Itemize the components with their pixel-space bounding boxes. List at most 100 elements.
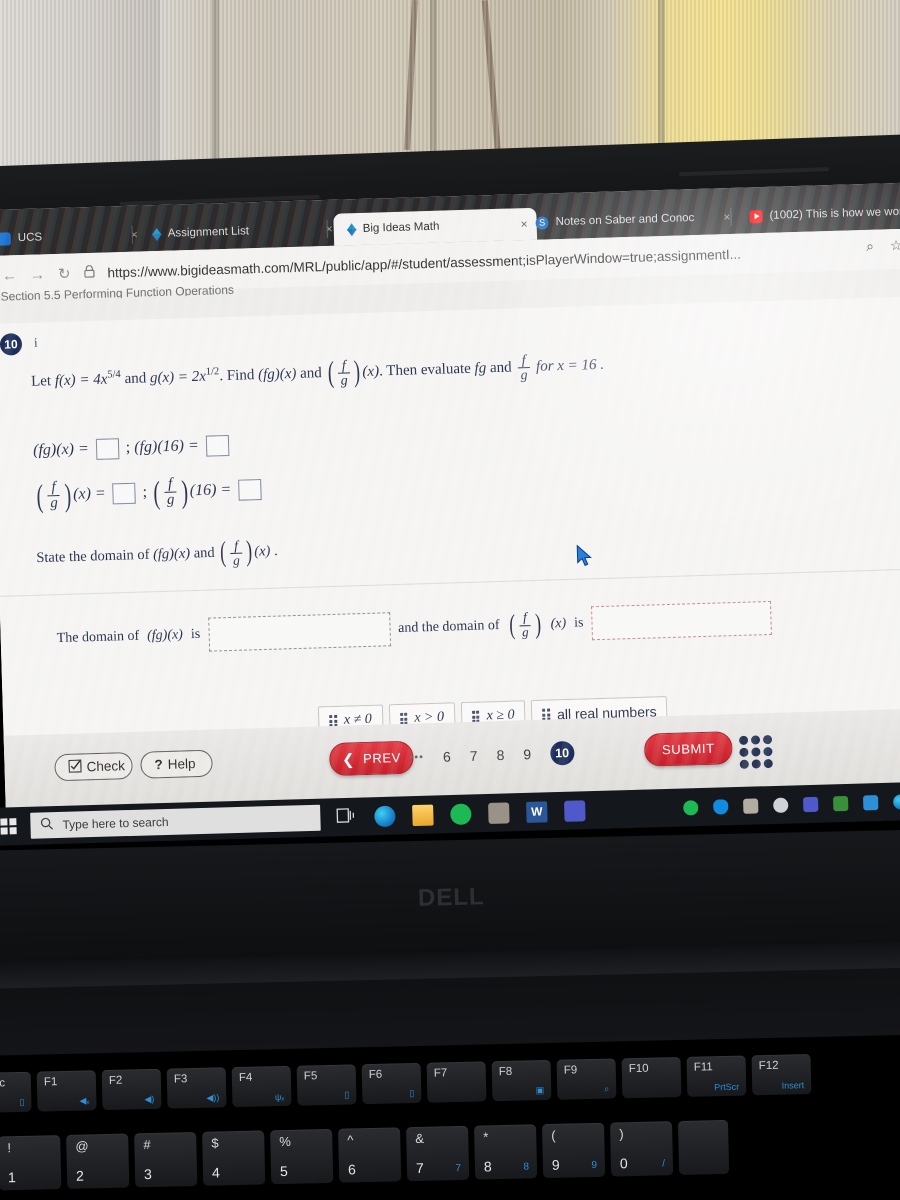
- file-explorer-icon[interactable]: [412, 804, 434, 826]
- prompt-and3: and: [489, 359, 512, 377]
- numpad-label: 8: [523, 1161, 530, 1173]
- key-minus[interactable]: [677, 1119, 730, 1176]
- task-view-icon[interactable]: [336, 806, 358, 828]
- display-switch-icon: ▣: [535, 1085, 545, 1096]
- key-9[interactable]: (9 9: [542, 1122, 606, 1179]
- reload-icon[interactable]: ↻: [58, 265, 71, 283]
- domain-answer-row: The domain of (fg)(x) is and the domain …: [56, 598, 857, 656]
- forward-icon[interactable]: →: [30, 266, 45, 283]
- page-link-9[interactable]: 9: [523, 746, 531, 762]
- frac-denominator: g: [50, 495, 58, 512]
- teams-tray-icon[interactable]: [803, 796, 819, 812]
- domain-label-1: The domain of: [56, 628, 140, 647]
- app-tray-icon[interactable]: [743, 797, 759, 814]
- back-icon[interactable]: ←: [2, 267, 17, 284]
- key-label: Esc: [0, 1077, 6, 1090]
- key-0[interactable]: ) 0 /: [609, 1121, 674, 1177]
- answer-input-f-over-g-x[interactable]: [112, 482, 137, 505]
- key-5[interactable]: % 5: [270, 1128, 334, 1185]
- edge-icon[interactable]: [374, 805, 396, 827]
- answer-input-fg-x[interactable]: [95, 438, 120, 460]
- submit-button[interactable]: SUBMIT: [643, 731, 733, 767]
- key-f10[interactable]: F10: [621, 1056, 682, 1099]
- prompt-and1: and: [124, 370, 147, 388]
- pager-ellipsis[interactable]: •••: [409, 751, 424, 763]
- answer-label-fg-16: (fg)(16) =: [133, 437, 200, 456]
- grid-menu-icon[interactable]: [738, 734, 773, 769]
- key-f1[interactable]: F1 ◀ₓ: [36, 1070, 97, 1112]
- favorite-star-icon[interactable]: ☆: [890, 237, 900, 254]
- key-label: 2: [75, 1167, 85, 1184]
- key-f9[interactable]: F9 ⌕: [556, 1058, 617, 1100]
- frac-numerator: f: [517, 352, 530, 369]
- key-shift-label: (: [551, 1127, 556, 1143]
- number-key-row: ! 1 @2 #3 $4 % 5 ^ 6 & 7 7 * 8 8 (9 9 ) 0/: [0, 1119, 730, 1191]
- key-esc[interactable]: Esc ▯: [0, 1071, 32, 1113]
- key-f11[interactable]: F11 PrtScr: [686, 1055, 747, 1097]
- key-2[interactable]: @2: [66, 1133, 130, 1189]
- prev-button[interactable]: ❮ PREV: [328, 740, 414, 777]
- state-domain-fraction: (f g): [219, 535, 253, 569]
- browser-tab-ucs[interactable]: UCS ×: [0, 217, 147, 256]
- page-link-6[interactable]: 6: [443, 749, 451, 765]
- dell-logo: DELL: [417, 883, 485, 912]
- key-f4[interactable]: F4 ψₓ: [231, 1065, 292, 1108]
- help-button[interactable]: ? Help: [140, 749, 213, 779]
- key-3[interactable]: #3: [134, 1131, 198, 1188]
- mute-icon: ◀ₓ: [79, 1095, 90, 1106]
- answer-input-f-over-g-16[interactable]: [237, 479, 262, 501]
- prompt-lead: Let: [30, 373, 52, 390]
- key-f3[interactable]: F3 ◀)): [166, 1067, 227, 1109]
- divider: [0, 568, 900, 597]
- prompt-f-def: f(x) = 4x: [54, 371, 108, 390]
- browser-tab-youtube[interactable]: (1002) This is how we won: [740, 194, 900, 234]
- windows-start-icon[interactable]: [0, 818, 31, 835]
- key-shift-label: !: [7, 1140, 12, 1156]
- key-shift-label: $: [211, 1135, 219, 1151]
- info-icon[interactable]: i: [34, 335, 38, 351]
- key-shift-label: *: [483, 1129, 489, 1145]
- shield-tray-icon[interactable]: [832, 795, 849, 811]
- key-f12[interactable]: F12 Insert: [751, 1054, 812, 1096]
- page-link-8[interactable]: 8: [496, 747, 504, 763]
- tab-title: (1002) This is how we won: [769, 205, 900, 222]
- url-text[interactable]: https://www.bigideasmath.com/MRL/public/…: [107, 246, 741, 280]
- key-label: F3: [173, 1073, 188, 1086]
- check-button[interactable]: Check: [54, 751, 133, 782]
- key-f2[interactable]: F2 ◀): [101, 1068, 162, 1111]
- word-icon[interactable]: W: [526, 800, 548, 823]
- key-f8[interactable]: F8 ▣: [491, 1059, 552, 1102]
- domain-middle-label: and the domain of: [397, 618, 500, 637]
- cloud-tray-icon[interactable]: [773, 797, 789, 813]
- key-f6[interactable]: F6 ▯: [361, 1062, 422, 1105]
- edge-tray-icon[interactable]: [892, 793, 900, 810]
- key-label: 4: [211, 1164, 220, 1181]
- key-4[interactable]: $4: [202, 1130, 266, 1186]
- app-icon[interactable]: [488, 801, 510, 824]
- key-6[interactable]: ^ 6: [338, 1127, 402, 1183]
- key-label: 1: [7, 1169, 17, 1186]
- answer-input-fg-16[interactable]: [205, 434, 230, 457]
- tree-branch: [404, 0, 418, 151]
- key-7[interactable]: & 7 7: [406, 1125, 470, 1182]
- page-link-7[interactable]: 7: [470, 748, 478, 764]
- spotify-icon[interactable]: [450, 802, 472, 825]
- teams-icon[interactable]: [564, 799, 586, 822]
- key-8[interactable]: * 8 8: [474, 1124, 538, 1180]
- question-number-badge: 10: [0, 333, 23, 356]
- onedrive-tray-icon[interactable]: [713, 798, 729, 815]
- key-label: F10: [628, 1062, 649, 1076]
- page-current-10[interactable]: 10: [549, 740, 575, 766]
- key-1[interactable]: ! 1: [0, 1135, 62, 1191]
- key-label: F9: [563, 1064, 578, 1077]
- domain-dropzone-fg[interactable]: [207, 612, 391, 652]
- taskbar-search-input[interactable]: Type here to search: [30, 804, 321, 839]
- search-placeholder: Type here to search: [62, 814, 169, 832]
- key-f7[interactable]: F7: [426, 1061, 487, 1103]
- domain-dropzone-f-over-g[interactable]: [591, 600, 772, 641]
- search-icon[interactable]: ⌕: [866, 238, 874, 255]
- bigideas-favicon: [343, 223, 356, 236]
- spotify-tray-icon[interactable]: [683, 799, 699, 816]
- key-f5[interactable]: F5 ▯: [296, 1064, 357, 1106]
- bluetooth-tray-icon[interactable]: [862, 794, 879, 811]
